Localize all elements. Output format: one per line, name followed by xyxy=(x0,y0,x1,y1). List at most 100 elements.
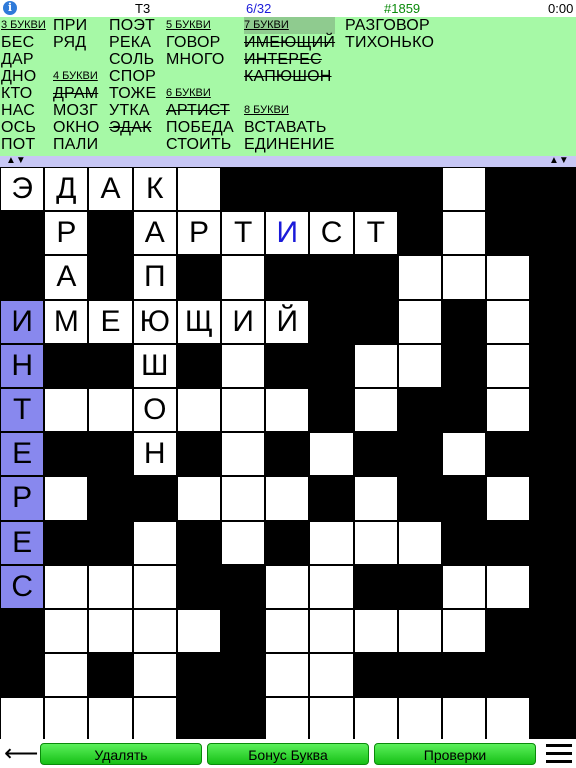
grid-cell[interactable]: А xyxy=(45,256,88,299)
word-item[interactable]: МОЗГ xyxy=(53,102,100,119)
grid-cell[interactable] xyxy=(354,477,397,520)
grid-cell[interactable] xyxy=(177,389,221,432)
word-item[interactable]: НАС xyxy=(1,102,46,119)
grid-cell[interactable] xyxy=(266,654,309,697)
grid-cell[interactable] xyxy=(177,168,221,211)
grid-cell[interactable]: И xyxy=(1,300,44,343)
grid-cell[interactable] xyxy=(398,256,442,299)
word-item[interactable]: ОСЬ xyxy=(1,119,46,136)
grid-cell[interactable] xyxy=(443,168,486,211)
grid-cell[interactable] xyxy=(89,698,132,741)
grid-cell[interactable] xyxy=(354,521,397,564)
grid-cell[interactable]: Т xyxy=(222,212,265,255)
word-item[interactable]: ТИХОНЬКО xyxy=(345,34,434,51)
grid-cell[interactable] xyxy=(89,565,132,609)
grid-cell[interactable] xyxy=(310,610,353,653)
grid-cell[interactable] xyxy=(398,300,442,343)
grid-cell[interactable] xyxy=(487,565,530,609)
word-item[interactable]: ТОЖЕ xyxy=(109,85,156,102)
grid-cell[interactable] xyxy=(443,212,486,255)
word-item[interactable]: МНОГО xyxy=(166,51,234,68)
grid-cell[interactable] xyxy=(45,654,88,697)
grid-cell[interactable]: П xyxy=(133,256,176,299)
word-item[interactable]: ПОЭТ xyxy=(109,17,156,34)
grid-cell[interactable]: О xyxy=(133,389,176,432)
grid-cell[interactable]: Ю xyxy=(133,300,176,343)
word-item[interactable]: ПРИ xyxy=(53,17,100,34)
word-item[interactable]: ЭДАК xyxy=(109,119,156,136)
grid-cell[interactable] xyxy=(266,565,309,609)
grid-cell[interactable]: Т xyxy=(1,389,44,432)
grid-cell[interactable] xyxy=(133,610,176,653)
grid-cell[interactable]: Э xyxy=(1,168,44,211)
grid-cell[interactable] xyxy=(310,565,353,609)
grid-cell[interactable] xyxy=(133,654,176,697)
grid-cell[interactable]: С xyxy=(1,565,44,609)
grid-cell[interactable] xyxy=(177,477,221,520)
grid-cell[interactable]: С xyxy=(310,212,353,255)
grid-cell[interactable] xyxy=(266,698,309,741)
menu-icon[interactable] xyxy=(546,744,572,764)
grid-cell[interactable] xyxy=(443,610,486,653)
grid-cell[interactable]: Ш xyxy=(133,344,176,388)
grid-cell[interactable] xyxy=(266,389,309,432)
grid-cell[interactable] xyxy=(222,389,265,432)
grid-cell[interactable] xyxy=(354,610,397,653)
grid-cell[interactable]: М xyxy=(45,300,88,343)
bonus-letter-button[interactable]: Бонус Буква xyxy=(207,743,369,765)
grid-cell[interactable] xyxy=(222,521,265,564)
word-item[interactable]: РАЗГОВОР xyxy=(345,17,434,34)
grid-cell[interactable] xyxy=(266,610,309,653)
grid-cell[interactable]: Н xyxy=(1,344,44,388)
grid-cell[interactable]: Е xyxy=(89,300,132,343)
scroll-handle-left-icon[interactable]: ▲▼ xyxy=(6,156,26,166)
grid-cell[interactable] xyxy=(310,654,353,697)
grid-cell[interactable]: Й xyxy=(266,300,309,343)
grid-cell[interactable]: Е xyxy=(1,433,44,476)
grid-cell[interactable]: Н xyxy=(133,433,176,476)
word-item[interactable]: ДРАМ xyxy=(53,85,100,102)
grid-cell[interactable] xyxy=(310,521,353,564)
word-item[interactable]: СТОИТЬ xyxy=(166,136,234,153)
word-item[interactable]: ПАЛИ xyxy=(53,136,100,153)
grid-cell[interactable] xyxy=(133,521,176,564)
grid-cell[interactable] xyxy=(266,477,309,520)
word-item[interactable]: СПОР xyxy=(109,68,156,85)
crossword-grid[interactable]: ЭДАКРАРТИСТАПИМЕЮЩИЙНШТОЕНРЕС xyxy=(0,167,576,741)
grid-cell[interactable] xyxy=(487,477,530,520)
word-item[interactable]: УТКА xyxy=(109,102,156,119)
grid-cell[interactable] xyxy=(45,389,88,432)
grid-cell[interactable] xyxy=(222,256,265,299)
word-item[interactable]: ИНТЕРЕС xyxy=(244,51,335,68)
grid-cell[interactable]: Д xyxy=(45,168,88,211)
grid-cell[interactable] xyxy=(487,256,530,299)
grid-cell[interactable]: И xyxy=(266,212,309,255)
grid-cell[interactable] xyxy=(398,698,442,741)
grid-cell[interactable] xyxy=(133,565,176,609)
word-item[interactable]: КАПЮШОН xyxy=(244,68,335,85)
grid-cell[interactable] xyxy=(443,565,486,609)
grid-cell[interactable]: А xyxy=(89,168,132,211)
check-button[interactable]: Проверки xyxy=(374,743,536,765)
grid-cell[interactable]: Е xyxy=(1,521,44,564)
grid-cell[interactable] xyxy=(443,433,486,476)
grid-cell[interactable] xyxy=(398,344,442,388)
grid-cell[interactable] xyxy=(222,433,265,476)
grid-cell[interactable] xyxy=(354,698,397,741)
grid-cell[interactable] xyxy=(354,389,397,432)
grid-cell[interactable] xyxy=(45,698,88,741)
scroll-handle-right-icon[interactable]: ▲▼ xyxy=(549,156,569,166)
grid-cell[interactable] xyxy=(443,698,486,741)
grid-cell[interactable] xyxy=(89,389,132,432)
grid-cell[interactable] xyxy=(89,610,132,653)
grid-cell[interactable] xyxy=(45,610,88,653)
grid-cell[interactable] xyxy=(45,477,88,520)
grid-cell[interactable] xyxy=(45,565,88,609)
grid-cell[interactable] xyxy=(487,300,530,343)
word-item[interactable]: ДАР xyxy=(1,51,46,68)
grid-cell[interactable] xyxy=(310,433,353,476)
grid-cell[interactable]: К xyxy=(133,168,176,211)
grid-cell[interactable] xyxy=(222,477,265,520)
word-item[interactable]: РЕКА xyxy=(109,34,156,51)
word-item[interactable]: ДНО xyxy=(1,68,46,85)
